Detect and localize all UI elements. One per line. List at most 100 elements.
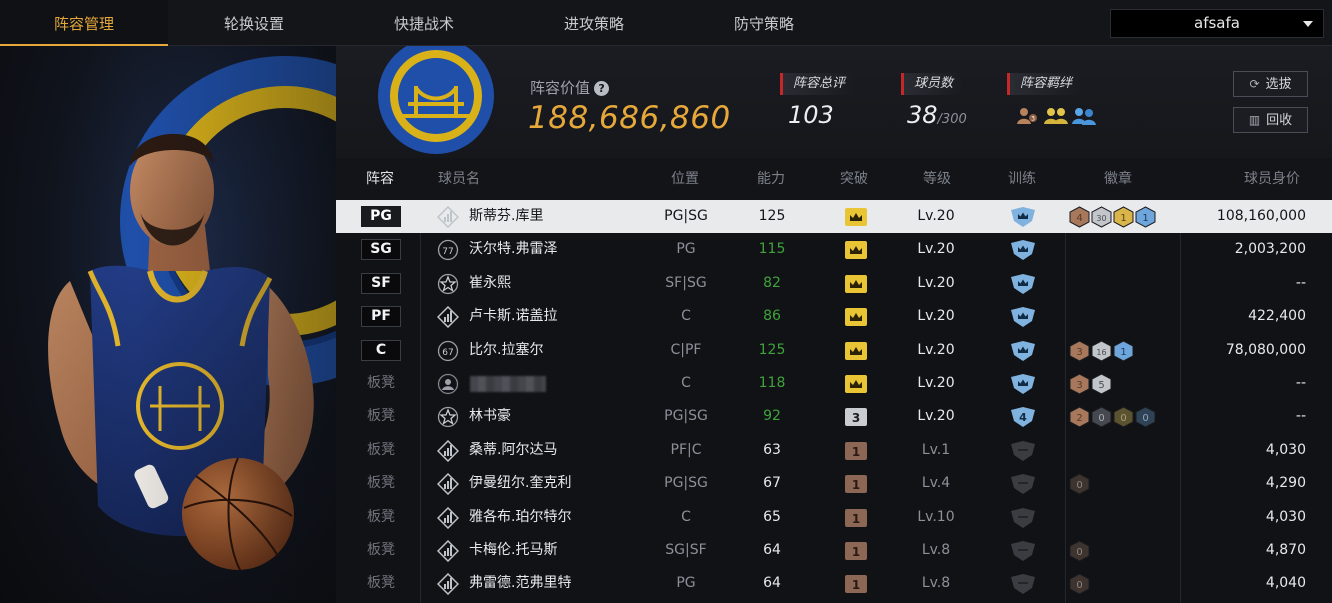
badge-icon: 2 bbox=[1069, 406, 1090, 428]
svg-text:0: 0 bbox=[1076, 580, 1082, 591]
lineup-slot-badge[interactable]: C bbox=[361, 339, 401, 361]
player-level: Lv.20 bbox=[917, 308, 955, 325]
lineup-slot-badge[interactable]: PF bbox=[361, 306, 401, 328]
player-name[interactable]: 沃尔特.弗雷泽 bbox=[469, 233, 557, 266]
training-crown-icon bbox=[1010, 340, 1036, 362]
player-position: PG|SG bbox=[664, 208, 708, 224]
player-badges: 3 16 1 bbox=[1069, 340, 1134, 362]
bond-gold-icon[interactable] bbox=[1044, 106, 1068, 128]
table-row[interactable]: 板凳 C 118 Lv.20 3 5 -- bbox=[336, 367, 1332, 400]
table-row[interactable]: SG 77 沃尔特.弗雷泽 PG 115 Lv.20 2,003,200 bbox=[336, 233, 1332, 266]
lineup-slot-badge[interactable]: SF bbox=[361, 272, 401, 294]
training-num4-icon: 4 bbox=[1010, 406, 1036, 428]
svg-text:67: 67 bbox=[442, 348, 453, 358]
badge-icon: 0 bbox=[1091, 406, 1112, 428]
team-rating: 103 bbox=[788, 101, 834, 129]
bench-label: 板凳 bbox=[367, 575, 395, 592]
svg-text:16: 16 bbox=[1096, 348, 1106, 357]
player-card-circle-icon: 77 bbox=[437, 239, 459, 261]
player-level: Lv.8 bbox=[921, 542, 951, 558]
header-level[interactable]: 等级 bbox=[923, 158, 951, 200]
svg-text:0: 0 bbox=[1120, 413, 1126, 424]
bond-blue-icon[interactable] bbox=[1072, 106, 1096, 128]
player-position: PG bbox=[676, 241, 696, 258]
account-dropdown[interactable]: afsafa bbox=[1110, 9, 1324, 38]
tab-defense-strategy[interactable]: 防守策略 bbox=[680, 0, 848, 46]
player-count-label: 球员数 bbox=[901, 73, 964, 95]
header-badges[interactable]: 徽章 bbox=[1104, 158, 1132, 200]
table-row[interactable]: 板凳 伊曼纽尔.奎克利 PG|SG 67 1 Lv.4 0 4,290 bbox=[336, 467, 1332, 500]
player-name[interactable]: 比尔.拉塞尔 bbox=[469, 334, 543, 367]
player-position: C bbox=[681, 308, 691, 325]
breakthrough-num1-icon: 1 bbox=[844, 574, 868, 594]
badge-icon: 1 bbox=[1113, 206, 1134, 228]
svg-text:77: 77 bbox=[442, 247, 453, 257]
table-row[interactable]: 板凳 弗雷德.范弗里特 PG 64 1 Lv.8 0 4,040 bbox=[336, 567, 1332, 600]
table-row[interactable]: C 67 比尔.拉塞尔 C|PF 125 Lv.20 3 16 1 78,080,000 bbox=[336, 334, 1332, 367]
player-name[interactable]: 弗雷德.范弗里特 bbox=[469, 567, 571, 600]
lineup-slot-badge[interactable]: SG bbox=[361, 239, 401, 261]
badge-icon: 0 bbox=[1069, 540, 1090, 562]
player-position: C bbox=[681, 508, 691, 525]
header-name[interactable]: 球员名 bbox=[438, 158, 480, 200]
team-rating-label: 阵容总评 bbox=[780, 73, 856, 95]
player-market-value: -- bbox=[1295, 274, 1306, 291]
table-row[interactable]: 板凳 林书豪 PG|SG 92 3 Lv.20 4 2 0 0 0 -- bbox=[336, 400, 1332, 433]
svg-text:4: 4 bbox=[1076, 213, 1082, 224]
tab-quick-tactics[interactable]: 快捷战术 bbox=[340, 0, 508, 46]
player-card-star-icon bbox=[437, 406, 459, 428]
header-position[interactable]: 位置 bbox=[671, 158, 699, 200]
player-name[interactable]: 卢卡斯.诺盖拉 bbox=[469, 300, 557, 333]
player-level: Lv.20 bbox=[917, 208, 955, 224]
player-market-value: 2,003,200 bbox=[1234, 241, 1306, 258]
tab-offense-strategy[interactable]: 进攻策略 bbox=[510, 0, 678, 46]
badge-icon: 0 bbox=[1069, 473, 1090, 495]
header-value[interactable]: 球员身价 bbox=[1244, 158, 1300, 200]
player-name[interactable]: 桑蒂.阿尔达马 bbox=[469, 434, 557, 467]
player-badges: 35 bbox=[1069, 373, 1112, 395]
svg-text:0: 0 bbox=[1076, 547, 1082, 558]
player-name[interactable]: 林书豪 bbox=[469, 400, 511, 433]
lineup-slot-badge[interactable]: PG bbox=[361, 206, 401, 227]
header-training[interactable]: 训练 bbox=[1008, 158, 1036, 200]
help-icon[interactable]: ? bbox=[594, 81, 610, 96]
badge-icon: 5 bbox=[1091, 373, 1112, 395]
player-ability: 64 bbox=[763, 542, 781, 558]
featured-player-panel bbox=[0, 46, 336, 603]
player-badges: 2000 bbox=[1069, 406, 1156, 428]
tab-lineup-management[interactable]: 阵容管理 bbox=[0, 0, 168, 46]
breakthrough-num3-icon: 3 bbox=[844, 407, 868, 427]
table-row[interactable]: SF 崔永熙 SF|SG 82 Lv.20 -- bbox=[336, 267, 1332, 300]
header-ability[interactable]: 能力 bbox=[757, 158, 785, 200]
table-row[interactable]: PF 卢卡斯.诺盖拉 C 86 Lv.20 422,400 bbox=[336, 300, 1332, 333]
breakthrough-num1-icon: 1 bbox=[844, 474, 868, 494]
badge-icon: 0 bbox=[1069, 573, 1090, 595]
recycle-button[interactable]: ▥ 回收 bbox=[1233, 107, 1308, 133]
badge-icon: 30 bbox=[1091, 206, 1112, 228]
player-level: Lv.8 bbox=[921, 575, 951, 592]
bond-bronze-icon[interactable]: 3 bbox=[1016, 106, 1040, 128]
player-market-value: -- bbox=[1295, 408, 1306, 425]
header-lineup[interactable]: 阵容 bbox=[366, 158, 394, 200]
header-breakthrough[interactable]: 突破 bbox=[840, 158, 868, 200]
breakthrough-crown-icon bbox=[844, 374, 868, 394]
player-name[interactable]: 雅各布.珀尔特尔 bbox=[469, 501, 571, 534]
top-nav: 阵容管理 轮换设置 快捷战术 进攻策略 防守策略 afsafa bbox=[0, 0, 1332, 46]
player-name[interactable]: 崔永熙 bbox=[469, 267, 511, 300]
training-crown-icon bbox=[1010, 373, 1036, 395]
table-row[interactable]: 板凳 桑蒂.阿尔达马 PF|C 63 1 Lv.1 4,030 bbox=[336, 434, 1332, 467]
player-count: 38/300 bbox=[907, 101, 967, 129]
player-name[interactable]: 伊曼纽尔.奎克利 bbox=[469, 467, 571, 500]
training-crown-icon bbox=[1010, 306, 1036, 328]
badge-icon: 1 bbox=[1113, 340, 1134, 362]
player-badges: 4 30 1 1 bbox=[1069, 206, 1156, 228]
table-row[interactable]: PG 斯蒂芬.库里 PG|SG 125 Lv.20 4 30 1 1 108,160,000 bbox=[336, 200, 1332, 233]
table-row[interactable]: 板凳 卡梅伦.托马斯 SG|SF 64 1 Lv.8 0 4,870 bbox=[336, 534, 1332, 567]
player-name[interactable]: 斯蒂芬.库里 bbox=[469, 200, 543, 233]
select-button[interactable]: ⟳ 选拔 bbox=[1233, 71, 1308, 97]
tab-rotation-settings[interactable]: 轮换设置 bbox=[170, 0, 338, 46]
player-name[interactable]: 卡梅伦.托马斯 bbox=[469, 534, 557, 567]
svg-text:1: 1 bbox=[852, 578, 860, 592]
table-row[interactable]: 板凳 雅各布.珀尔特尔 C 65 1 Lv.10 4,030 bbox=[336, 501, 1332, 534]
player-level: Lv.20 bbox=[917, 274, 955, 291]
